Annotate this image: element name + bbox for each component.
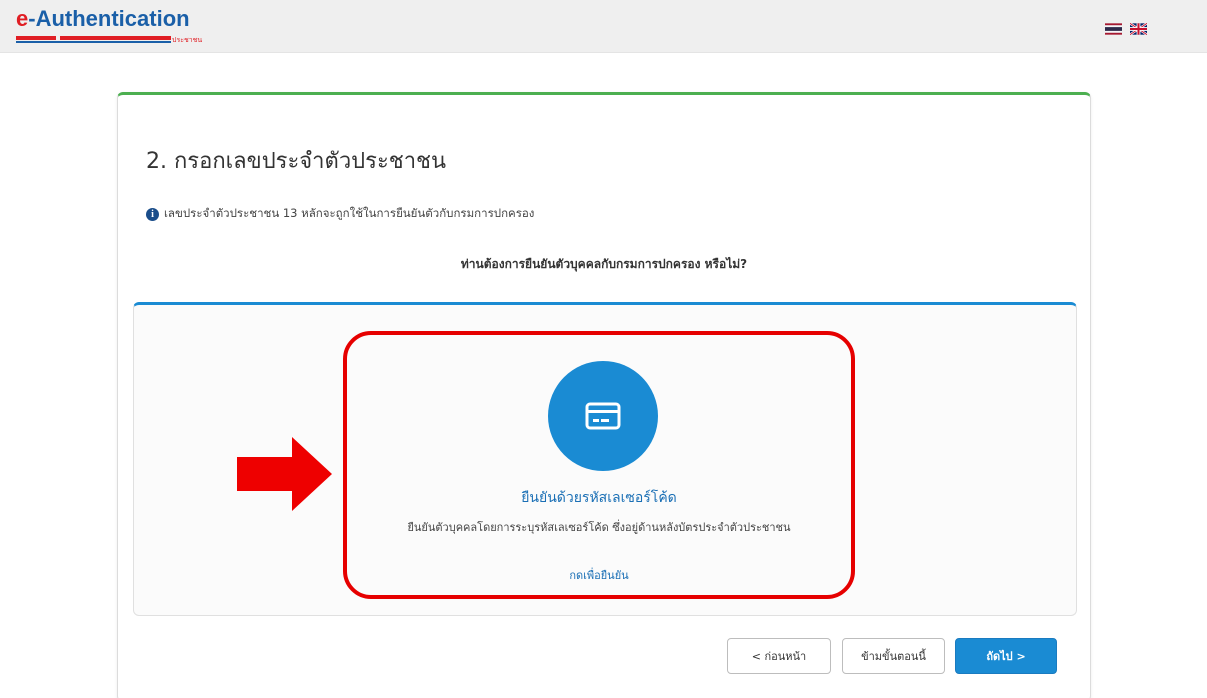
logo-underline [16,36,171,43]
red-arrow-icon [237,437,332,511]
verification-question: ท่านต้องการยืนยันตัวบุคคลกับกรมการปกครอง… [460,257,748,271]
confirm-link[interactable]: กดเพื่อยืนยัน [347,566,851,584]
credit-card-icon [548,361,658,471]
laser-code-verify-option[interactable]: ยืนยันด้วยรหัสเลเซอร์โค้ด ยืนยันตัวบุคคล… [347,335,851,595]
info-text: เลขประจำตัวประชาชน 13 หลักจะถูกใช้ในการย… [164,206,535,220]
option-title: ยืนยันด้วยรหัสเลเซอร์โค้ด [521,490,677,506]
next-button[interactable]: ถัดไป > [955,638,1057,674]
step-card: 2. กรอกเลขประจำตัวประชาชน i เลขประจำตัวป… [117,92,1091,698]
e-authentication-logo[interactable]: e-Authentication ประชาชน [16,6,206,50]
language-switcher [1105,23,1147,35]
page-title: 2. กรอกเลขประจำตัวประชาชน [146,149,447,174]
logo-subtitle: ประชาชน [172,36,203,44]
option-description: ยืนยันตัวบุคคลโดยการระบุรหัสเลเซอร์โค้ด … [407,521,791,534]
info-icon: i [146,207,159,221]
logo-text: e-Authentication [16,6,190,31]
uk-flag-icon[interactable] [1130,23,1147,35]
thai-flag-icon[interactable] [1105,23,1122,35]
skip-step-button[interactable]: ข้ามขั้นตอนนี้ [842,638,945,674]
previous-button[interactable]: < ก่อนหน้า [727,638,831,674]
top-bar: e-Authentication ประชาชน [0,0,1207,53]
info-message: i เลขประจำตัวประชาชน 13 หลักจะถูกใช้ในกา… [146,205,534,223]
